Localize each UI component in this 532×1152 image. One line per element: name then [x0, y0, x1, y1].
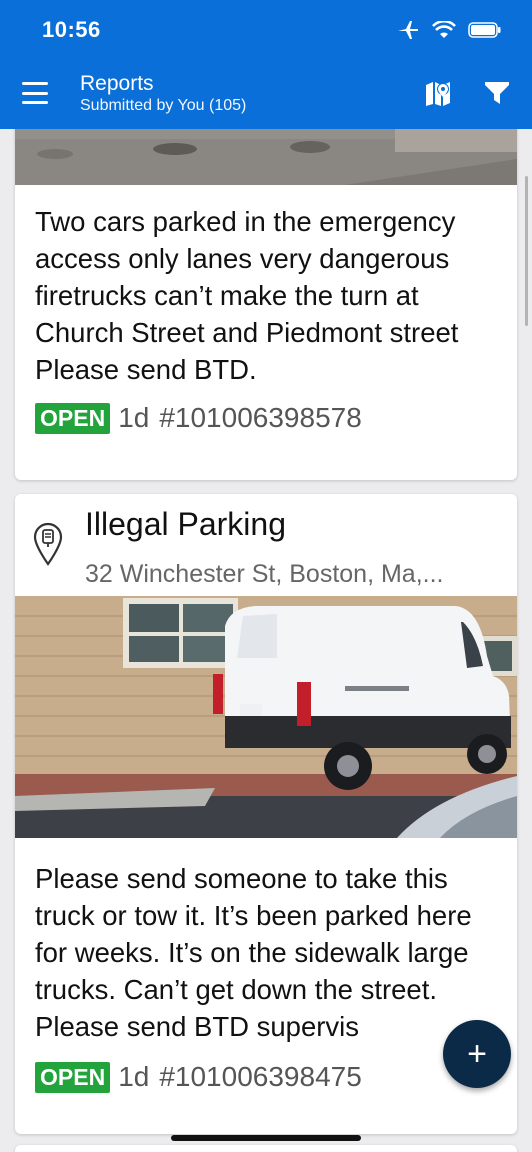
report-age: 1d [118, 402, 150, 433]
status-icons [396, 20, 502, 40]
airplane-icon [398, 21, 418, 39]
report-description: Please send someone to take this truck o… [35, 863, 472, 1042]
status-badge: OPEN [35, 1061, 111, 1093]
report-feed[interactable]: Two cars parked in the emergency access … [0, 129, 532, 1152]
report-card[interactable]: Two cars parked in the emergency access … [15, 129, 517, 480]
report-meta: OPEN 1d #101006398578 [35, 402, 362, 434]
report-address: 32 Winchester St, Boston, Ma,... [85, 560, 444, 588]
report-id: #101006398475 [159, 1061, 362, 1092]
report-card[interactable]: Illegal Parking 32 Winchester St, Boston… [15, 494, 517, 1134]
home-indicator[interactable] [171, 1135, 361, 1141]
menu-icon-bar [22, 101, 48, 104]
report-photo [15, 129, 517, 185]
page-subtitle: Submitted by You (105) [80, 97, 247, 114]
status-time: 10:56 [42, 17, 101, 42]
report-description: Two cars parked in the emergency access … [35, 206, 459, 385]
report-title: Illegal Parking [85, 506, 286, 542]
scrollbar[interactable] [525, 176, 528, 326]
report-age: 1d [118, 1061, 150, 1092]
add-report-button[interactable]: + [443, 1020, 511, 1088]
menu-icon-bar [22, 82, 48, 85]
menu-icon-bar [22, 91, 48, 95]
battery-icon [468, 22, 501, 38]
filter-icon[interactable] [484, 80, 510, 106]
parking-meter-pin-icon [33, 522, 63, 566]
wifi-icon [432, 21, 456, 38]
app-bar: 10:56 Reports Submitted by You (105) [0, 0, 532, 129]
plus-icon: + [467, 1034, 487, 1073]
report-id: #101006398578 [159, 402, 362, 433]
report-meta: OPEN 1d #101006398475 [35, 1061, 362, 1093]
status-badge: OPEN [35, 402, 111, 434]
report-photo[interactable] [15, 596, 517, 838]
map-pin-icon[interactable] [424, 79, 452, 107]
report-card[interactable] [15, 1145, 517, 1152]
menu-button[interactable] [22, 82, 48, 104]
header-title-block: Reports Submitted by You (105) [80, 72, 246, 116]
page-title: Reports [80, 72, 154, 95]
